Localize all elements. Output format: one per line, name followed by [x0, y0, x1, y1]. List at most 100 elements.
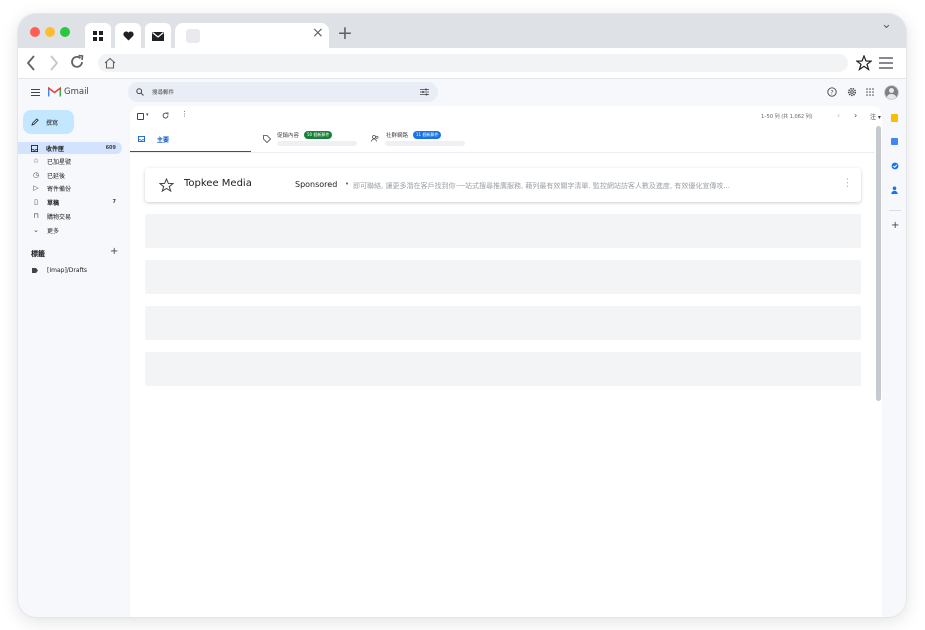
mail-icon: [152, 31, 164, 41]
inbox-icon: [138, 136, 145, 142]
refresh-icon[interactable]: [162, 112, 169, 119]
tab-new-badge: 11 個新郵件: [413, 131, 442, 139]
compose-button[interactable]: 撰寫: [23, 110, 74, 134]
new-tab-button[interactable]: +: [337, 22, 353, 44]
maximize-window-button[interactable]: [60, 27, 70, 37]
shopping-icon: ⊓: [33, 212, 39, 220]
next-page-icon[interactable]: ›: [854, 111, 857, 120]
tab-favicon: [186, 29, 200, 43]
calendar-icon[interactable]: [891, 138, 898, 145]
tab-new-badge: 50 個新郵件: [304, 131, 333, 139]
bookmark-star-icon[interactable]: [856, 55, 872, 71]
tasks-icon[interactable]: [891, 162, 899, 170]
forward-icon[interactable]: [49, 55, 59, 71]
settings-gear-icon[interactable]: [847, 87, 857, 97]
inbox-icon: [31, 144, 38, 152]
side-panel: +: [884, 106, 906, 617]
account-avatar[interactable]: [884, 85, 899, 100]
get-addons-button[interactable]: +: [891, 220, 899, 231]
apps-grid-icon[interactable]: [866, 88, 874, 96]
home-icon[interactable]: [104, 57, 116, 69]
sidebar-item-label: 已加星號: [47, 158, 72, 166]
email-placeholder-row: [145, 306, 861, 340]
people-icon: [371, 135, 379, 142]
main-menu-icon[interactable]: [31, 89, 40, 96]
unread-count: 609: [105, 145, 116, 151]
search-bar[interactable]: 搜尋郵件: [128, 82, 438, 102]
label-tag-icon: [32, 267, 38, 273]
label-name: [Imap]/Drafts: [47, 266, 88, 274]
search-input[interactable]: 搜尋郵件: [152, 88, 174, 96]
sender-name: Topkee Media: [184, 178, 252, 189]
back-icon[interactable]: [26, 55, 36, 71]
active-tab[interactable]: ×: [175, 23, 329, 48]
browser-window: × + ⌄ Gmail 搜尋郵件 ? 撰寫 收件匣 609 ☆ 已加星號 ◷ 已…: [18, 14, 906, 617]
prev-page-icon[interactable]: ‹: [837, 111, 840, 120]
svg-text:?: ?: [830, 89, 833, 96]
send-icon: ▷: [33, 184, 39, 192]
gmail-app-name: Gmail: [64, 87, 89, 97]
menu-icon[interactable]: [879, 57, 893, 69]
star-icon: ☆: [32, 157, 40, 165]
tab-label: 社群網路: [386, 133, 409, 139]
email-row-sponsored[interactable]: Topkee Media Sponsored • 即可聯絡, 讓更多潛在客戶找到…: [145, 168, 861, 202]
pinned-tab-apps[interactable]: [85, 23, 111, 49]
select-dropdown-icon[interactable]: ▾: [146, 112, 149, 118]
sidebar-item-more[interactable]: ⌄ 更多: [18, 224, 122, 236]
gmail-logo-icon: [48, 87, 61, 97]
tab-close-icon[interactable]: ×: [312, 25, 324, 41]
sponsored-label: Sponsored: [295, 180, 338, 189]
sidebar-item-sent[interactable]: ▷ 寄件備份: [18, 182, 122, 194]
sidebar-item-inbox[interactable]: 收件匣 609: [18, 142, 122, 154]
tab-strip: × + ⌄: [18, 14, 906, 49]
search-icon[interactable]: [136, 88, 144, 96]
separator-dot: •: [345, 180, 350, 188]
side-panel-divider: [889, 210, 901, 211]
sidebar-item-purchases[interactable]: ⊓ 購物交易: [18, 210, 122, 222]
email-placeholder-row: [145, 214, 861, 248]
email-more-icon[interactable]: ⋮: [842, 176, 853, 189]
tab-primary[interactable]: 主要: [130, 131, 251, 153]
reload-icon[interactable]: [69, 54, 85, 70]
pagination-info: 1–50 列 (共 1,062 列): [761, 114, 813, 120]
tag-icon: [263, 135, 271, 143]
sidebar-item-label: 收件匣: [46, 145, 65, 153]
tab-social[interactable]: 社群網路 11 個新郵件: [370, 131, 480, 151]
input-tools-button[interactable]: 注 ▾: [870, 112, 881, 121]
address-bar[interactable]: [98, 54, 848, 72]
drafts-count: 7: [112, 199, 116, 205]
grid-icon: [93, 31, 103, 41]
scrollbar-thumb[interactable]: [876, 126, 881, 401]
compose-label: 撰寫: [46, 119, 59, 127]
heart-icon: [122, 31, 134, 41]
pinned-tab-mail[interactable]: [145, 23, 171, 49]
sidebar-item-starred[interactable]: ☆ 已加星號: [18, 155, 122, 167]
more-options-icon[interactable]: ⋮: [181, 110, 188, 118]
search-options-icon[interactable]: [420, 88, 429, 96]
close-window-button[interactable]: [30, 27, 40, 37]
minimize-window-button[interactable]: [45, 27, 55, 37]
draft-icon: ▯: [34, 198, 38, 206]
tab-preview-placeholder: [277, 141, 357, 146]
add-label-button[interactable]: +: [110, 246, 118, 257]
pinned-tab-favorites[interactable]: [115, 23, 141, 49]
star-icon[interactable]: [159, 178, 174, 192]
keep-icon[interactable]: [891, 114, 898, 122]
pencil-icon: [31, 118, 39, 126]
help-icon[interactable]: ?: [827, 87, 837, 97]
email-placeholder-row: [145, 260, 861, 294]
tab-label: 促銷內容: [277, 133, 300, 139]
contacts-icon[interactable]: [891, 186, 898, 194]
tab-promotions[interactable]: 促銷內容 50 個新郵件: [262, 131, 372, 151]
tab-list-chevron-icon[interactable]: ⌄: [881, 17, 892, 32]
email-placeholder-row: [145, 352, 861, 386]
sidebar-item-label: 草稿: [47, 199, 60, 207]
input-language: 注: [870, 114, 877, 121]
sidebar-item-label: 已延後: [47, 172, 66, 180]
sidebar-item-snoozed[interactable]: ◷ 已延後: [18, 169, 122, 181]
email-snippet: 即可聯絡, 讓更多潛在客戶找到你-一站式搜尋推廣服務, 藉列最有效關字清單. 監…: [353, 182, 731, 190]
sidebar-item-label: 購物交易: [47, 213, 72, 221]
sidebar-item-drafts[interactable]: ▯ 草稿 7: [18, 196, 122, 208]
sidebar-label-imap-drafts[interactable]: [Imap]/Drafts: [18, 264, 122, 276]
select-checkbox[interactable]: [137, 113, 144, 120]
